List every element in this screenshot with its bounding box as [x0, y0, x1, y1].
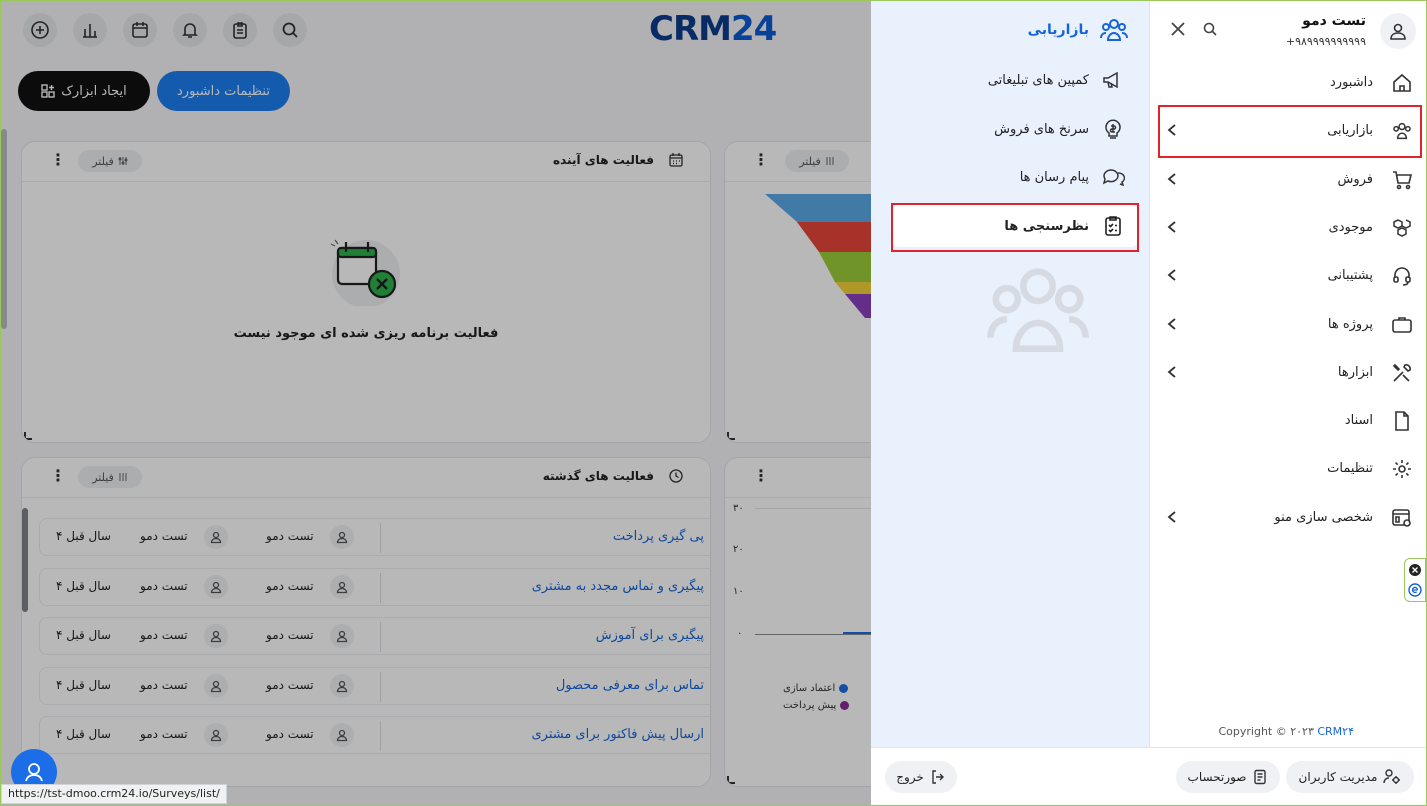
user-phone: +۹۸۹۹۹۹۹۹۹۹۹۹ [1285, 35, 1366, 48]
submenu-header: بازاریابی [1028, 15, 1129, 45]
document-icon [1391, 410, 1413, 432]
submenu-item-megaphone[interactable]: کمپین های تبلیغاتی [893, 59, 1137, 101]
menu-item-cart[interactable]: فروش [1150, 158, 1426, 204]
chevron-left-icon[interactable] [1166, 220, 1178, 234]
menu-item-label: داشبورد [1330, 75, 1373, 90]
logout-button[interactable]: خروج [885, 761, 957, 793]
side-widget[interactable] [1404, 558, 1426, 602]
user-name: تست دمو [1302, 13, 1366, 29]
invoice-icon [1254, 769, 1267, 785]
chevron-left-icon[interactable] [1166, 317, 1178, 331]
headset-icon [1391, 265, 1413, 287]
copyright-label: Copyright © ۲۰۲۳ [1218, 725, 1314, 738]
main-menu-panel: تست دمو +۹۸۹۹۹۹۹۹۹۹۹۹ داشبورد بازاریابی فر… [1149, 1, 1426, 747]
chevron-left-icon[interactable] [1166, 172, 1178, 186]
submenu-item-label: پیام رسان ها [1019, 169, 1089, 185]
menu-item-label: ابزارها [1337, 364, 1373, 380]
users-group-watermark-icon [983, 257, 1093, 367]
menu-customize-icon [1391, 507, 1413, 529]
menu-item-label: فروش [1337, 171, 1373, 187]
modal-backdrop[interactable] [1, 1, 871, 805]
widget-e-icon[interactable] [1408, 583, 1422, 597]
menu-item-briefcase[interactable]: پروژه ها [1150, 303, 1426, 349]
submenu-item-label: کمپین های تبلیغاتی [987, 72, 1089, 88]
invoice-label: صورتحساب [1187, 770, 1247, 784]
megaphone-icon [1101, 68, 1125, 92]
submenu-title: بازاریابی [1027, 22, 1089, 38]
chat-bubbles-icon [1101, 165, 1125, 189]
menu-item-label: پروژه ها [1327, 316, 1373, 332]
home-icon [1391, 72, 1413, 94]
marketing-submenu-panel: بازاریابی کمپین های تبلیغاتی سرنخ های فرو… [871, 1, 1149, 747]
submenu-item-chat-bubbles[interactable]: پیام رسان ها [893, 156, 1137, 198]
user-icon [1390, 23, 1406, 40]
highlight-box-marketing [1158, 105, 1422, 158]
tools-icon [1391, 362, 1413, 384]
chevron-left-icon[interactable] [1166, 268, 1178, 282]
chevron-left-icon[interactable] [1166, 510, 1178, 524]
support-agent-icon [25, 763, 43, 782]
menu-search-icon[interactable] [1202, 21, 1218, 37]
user-management-button[interactable]: مدیریت کاربران [1286, 761, 1414, 793]
user-avatar[interactable] [1380, 13, 1416, 49]
menu-item-headset[interactable]: پشتیبانی [1150, 254, 1426, 300]
app-window: CRM24 ایجاد ابزارک تنظیمات داشبورد فعالی… [0, 0, 1427, 806]
close-icon[interactable] [1170, 21, 1186, 37]
highlight-box-surveys [891, 203, 1139, 252]
copyright-brand[interactable]: CRM۲۴ [1317, 725, 1354, 738]
menu-item-boxes[interactable]: موجودی [1150, 206, 1426, 252]
menu-item-label: پشتیبانی [1327, 268, 1373, 284]
menu-item-label: موجودی [1328, 219, 1373, 235]
submenu-item-label: سرنخ های فروش [994, 121, 1089, 137]
invoice-button[interactable]: صورتحساب [1176, 761, 1280, 793]
close-circle-icon[interactable] [1408, 563, 1422, 577]
menu-item-label: اسناد [1344, 413, 1373, 429]
logout-label: خروج [896, 770, 924, 784]
menu-item-menu-customize[interactable]: شخصی سازی منو [1150, 496, 1426, 542]
logout-icon [932, 770, 944, 784]
status-bar-url: https://tst-dmoo.crm24.io/Surveys/list/ [1, 784, 227, 804]
lightbulb-dollar-icon [1101, 117, 1125, 141]
menu-item-label: تنظیمات [1327, 461, 1373, 477]
users-group-icon [1099, 15, 1129, 45]
user-management-label: مدیریت کاربران [1298, 770, 1378, 784]
menu-item-home[interactable]: داشبورد [1150, 61, 1426, 107]
cart-icon [1391, 169, 1413, 191]
menu-item-document[interactable]: اسناد [1150, 399, 1426, 445]
menu-item-label: شخصی سازی منو [1274, 509, 1373, 525]
menu-item-tools[interactable]: ابزارها [1150, 351, 1426, 397]
briefcase-icon [1391, 314, 1413, 336]
gear-icon [1391, 458, 1413, 480]
menu-item-gear[interactable]: تنظیمات [1150, 447, 1426, 493]
chevron-left-icon[interactable] [1166, 365, 1178, 379]
copyright-text: Copyright © ۲۰۲۳ CRM۲۴ [1218, 725, 1354, 738]
user-settings-icon [1383, 769, 1401, 784]
submenu-item-lightbulb-dollar[interactable]: سرنخ های فروش [893, 108, 1137, 150]
bottom-action-bar: مدیریت کاربران صورتحساب خروج [871, 747, 1426, 804]
boxes-icon [1391, 217, 1413, 239]
